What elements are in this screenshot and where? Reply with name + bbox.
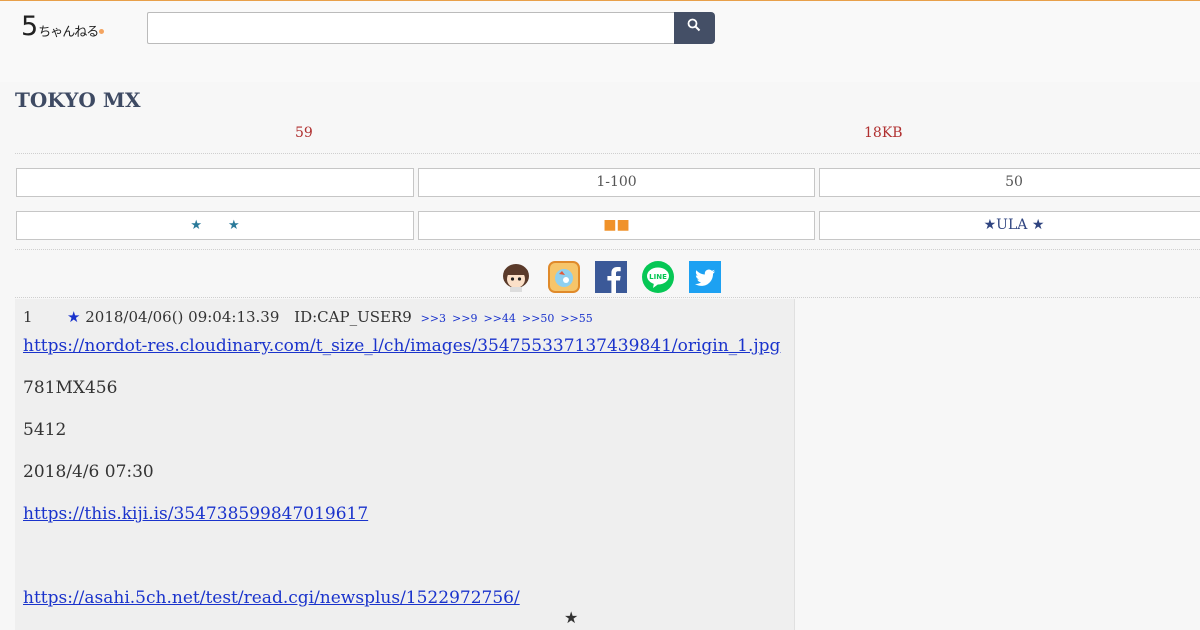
post-line: https://this.kiji.is/354738599847019617 [23,504,368,524]
twitter-icon[interactable] [689,261,721,293]
line-icon-label: LINE [649,273,667,281]
post-header: 1 ★ 2018/04/06() 09:04:13.39 ID:CAP_USER9… [23,308,599,326]
image-link[interactable]: https://nordot-res.cloudinary.com/t_size… [23,336,780,356]
logo-digit: 5 [21,11,39,42]
post-line: https://asahi.5ch.net/test/read.cgi/news… [23,588,520,608]
reply-links: >>3 >>9 >>44 >>50 >>55 [421,312,599,325]
logo-dot [99,29,105,34]
divider [15,153,1200,154]
site-logo[interactable]: 5ちゃんねる [21,11,121,43]
thread-size: 18KB [864,125,903,141]
nav-latest-50[interactable]: 50 [819,168,1200,197]
post-1: 1 ★ 2018/04/06() 09:04:13.39 ID:CAP_USER9… [15,299,795,630]
poster-star: ★ [67,308,81,326]
board-title: TOKYO MX [15,88,141,112]
reply-link[interactable]: >>55 [560,312,592,325]
line-icon[interactable]: LINE [642,261,674,293]
nav-all-posts[interactable] [16,168,414,197]
search-icon [687,18,701,32]
post-line: 2018/4/6 07:30 [23,462,154,482]
top-bar: 5ちゃんねる [0,0,1200,82]
nav-related-threads[interactable]: ★ ★ [16,211,414,240]
reply-link[interactable]: >>9 [452,312,477,325]
divider [15,297,1200,298]
poster-id[interactable]: ID:CAP_USER9 [294,308,412,326]
post-line: 5412 [23,420,67,440]
previous-thread-link[interactable]: https://asahi.5ch.net/test/read.cgi/news… [23,588,520,608]
res-count: 59 [295,125,313,141]
logo-kana: ちゃんねる [38,25,99,40]
reply-link[interactable]: >>50 [522,312,554,325]
search-input[interactable] [147,12,675,44]
post-line: https://nordot-res.cloudinary.com/t_size… [23,336,780,356]
divider [15,249,1200,250]
nav-board-link[interactable]: ■■ [418,211,815,240]
thread-content: TOKYO MX 59 18KB 1-100 50 ★ ★ ■■ ★ULA ★ [0,82,1200,630]
facebook-icon[interactable] [595,261,627,293]
reply-link[interactable]: >>3 [421,312,446,325]
search-button[interactable] [674,12,715,44]
post-line: 781MX456 [23,378,118,398]
nav-range-1-100[interactable]: 1-100 [418,168,815,197]
reply-link[interactable]: >>44 [483,312,515,325]
nav-ula-link[interactable]: ★ULA ★ [819,211,1200,240]
source-link[interactable]: https://this.kiji.is/354738599847019617 [23,504,368,524]
post-number[interactable]: 1 [23,308,67,326]
post-datetime: 2018/04/06() 09:04:13.39 [85,308,280,326]
trailing-star: ★ [564,608,579,627]
app-icon[interactable] [548,261,580,293]
character-icon[interactable] [500,261,532,293]
